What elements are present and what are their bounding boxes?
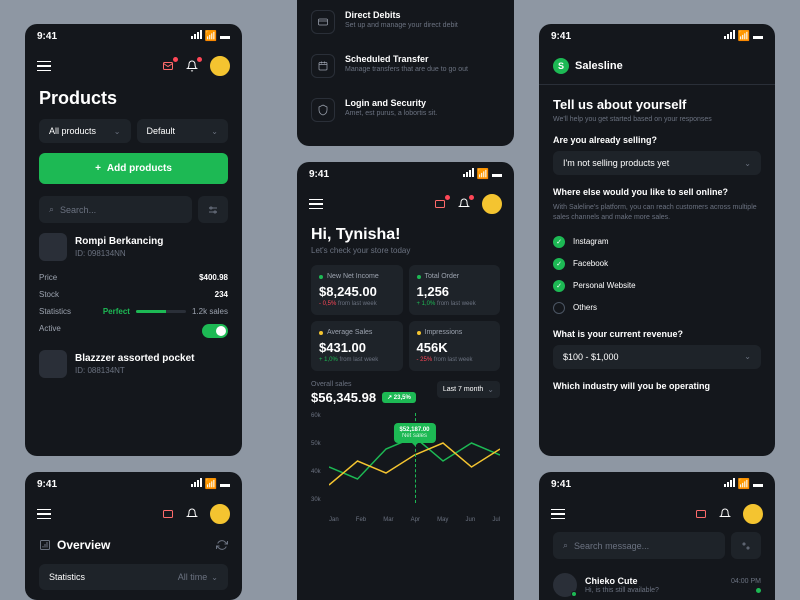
metric-card[interactable]: Impressions456K- 25% from last week (409, 321, 501, 371)
dashboard-screen: 9:41📶▬ Hi, Tynisha! Let's check your sto… (297, 162, 514, 600)
greeting-subtitle: Let's check your store today (311, 246, 500, 255)
filter-sort[interactable]: Default⌄ (137, 119, 229, 143)
message-avatar (553, 573, 577, 597)
inbox-icon[interactable] (162, 507, 176, 521)
chart-value: $56,345.98↗ 23,5% (311, 390, 416, 405)
search-input[interactable]: ⌕Search message... (553, 532, 725, 559)
add-products-button[interactable]: +Add products (39, 153, 228, 184)
avatar[interactable] (210, 504, 230, 524)
messages-screen: 9:41📶▬ ⌕Search message... Chieko Cute Hi… (539, 472, 775, 600)
product-image (39, 350, 67, 378)
top-nav (25, 48, 242, 84)
sales-chart: 60k50k40k30k $52,187.00 Net sales JanFeb… (311, 413, 500, 523)
search-icon: ⌕ (49, 204, 54, 215)
refresh-icon[interactable] (216, 539, 228, 551)
channel-option[interactable]: ✓Instagram (553, 231, 761, 253)
stats-label: Statistics (49, 572, 85, 582)
revenue-select[interactable]: $100 - $1,000⌄ (553, 345, 761, 369)
calendar-icon (311, 54, 335, 78)
onboard-title: Tell us about yourself (553, 97, 761, 112)
online-indicator (571, 591, 577, 597)
menu-icon[interactable] (551, 509, 565, 520)
statistics-card[interactable]: Statistics All time⌄ (39, 564, 228, 590)
selling-select[interactable]: I'm not selling products yet⌄ (553, 151, 761, 175)
avatar[interactable] (210, 56, 230, 76)
onboarding-screen: 9:41📶▬ S Salesline Tell us about yoursel… (539, 24, 775, 456)
overview-screen: 9:41📶▬ Overview Statistics All time⌄ (25, 472, 242, 600)
search-input[interactable]: ⌕Search... (39, 196, 192, 223)
filter-button[interactable] (731, 532, 761, 559)
status-time: 9:41 (37, 31, 57, 42)
metric-card[interactable]: Average Sales$431.00+ 1,0% from last wee… (311, 321, 403, 371)
stock-value: 234 (215, 290, 228, 299)
filter-products[interactable]: All products⌄ (39, 119, 131, 143)
message-sender: Chieko Cute (585, 576, 723, 586)
bell-icon[interactable] (186, 507, 200, 521)
setting-login-security[interactable]: Login and SecurityAmet, est purus, a lob… (297, 88, 514, 132)
onboard-subtitle: We'll help you get started based on your… (553, 116, 761, 123)
bell-icon[interactable] (458, 197, 472, 211)
channel-option[interactable]: ✓Personal Website (553, 275, 761, 297)
channel-option[interactable]: Others (553, 297, 761, 319)
product-id: ID: 088134NT (75, 366, 195, 375)
message-preview: Hi, is this still available? (585, 587, 723, 594)
product-item[interactable]: Blazzzer assorted pocket ID: 088134NT (25, 350, 242, 394)
brand-header: S Salesline (539, 48, 775, 85)
question-label: What is your current revenue? (553, 329, 761, 339)
menu-icon[interactable] (37, 61, 51, 72)
bell-icon[interactable] (186, 59, 200, 73)
filter-button[interactable] (198, 196, 228, 223)
product-item[interactable]: Rompi Berkancing ID: 098134NN Price$400.… (25, 233, 242, 350)
product-name: Rompi Berkancing (75, 236, 163, 247)
shield-icon (311, 98, 335, 122)
avatar[interactable] (482, 194, 502, 214)
question-label: Which industry will you be operating (553, 381, 761, 391)
message-item[interactable]: Chieko Cute Hi, is this still available?… (539, 565, 775, 600)
bell-icon[interactable] (719, 507, 733, 521)
brand-logo-icon: S (553, 58, 569, 74)
product-id: ID: 098134NN (75, 249, 163, 258)
overview-title: Overview (39, 538, 110, 552)
product-name: Blazzzer assorted pocket (75, 353, 195, 364)
question-label: Where else would you like to sell online… (553, 187, 761, 197)
active-toggle[interactable] (202, 324, 228, 338)
products-screen: 9:41 📶▬ Products All products⌄ Default⌄ … (25, 24, 242, 456)
chart-tooltip: $52,187.00 Net sales (393, 423, 435, 443)
menu-icon[interactable] (37, 509, 51, 520)
plus-icon: + (95, 163, 101, 174)
chart-title: Overall sales (311, 381, 416, 388)
question-label: Are you already selling? (553, 135, 761, 145)
setting-scheduled-transfer[interactable]: Scheduled TransferManage transfers that … (297, 44, 514, 88)
greeting-title: Hi, Tynisha! (311, 226, 500, 244)
status-icons: 📶▬ (190, 30, 230, 42)
question-desc: With Saleline's platform, you can reach … (553, 203, 761, 223)
inbox-icon[interactable] (695, 507, 709, 521)
unread-indicator (756, 588, 761, 593)
card-icon (311, 10, 335, 34)
product-image (39, 233, 67, 261)
settings-screen: Direct DebitsSet up and manage your dire… (297, 0, 514, 146)
page-title: Products (25, 84, 242, 119)
price-value: $400.98 (199, 273, 228, 282)
message-time: 04:00 PM (731, 578, 761, 585)
status-bar: 9:41 📶▬ (25, 24, 242, 48)
metric-card[interactable]: Total Order1,256+ 1,0% from last week (409, 265, 501, 315)
metric-card[interactable]: New Net Income$8,245.00- 0,5% from last … (311, 265, 403, 315)
inbox-icon[interactable] (162, 59, 176, 73)
chart-icon (39, 539, 51, 551)
search-icon: ⌕ (563, 540, 568, 551)
avatar[interactable] (743, 504, 763, 524)
setting-direct-debits[interactable]: Direct DebitsSet up and manage your dire… (297, 0, 514, 44)
menu-icon[interactable] (309, 199, 323, 210)
channel-option[interactable]: ✓Facebook (553, 253, 761, 275)
period-select[interactable]: Last 7 month⌄ (437, 381, 500, 398)
inbox-icon[interactable] (434, 197, 448, 211)
